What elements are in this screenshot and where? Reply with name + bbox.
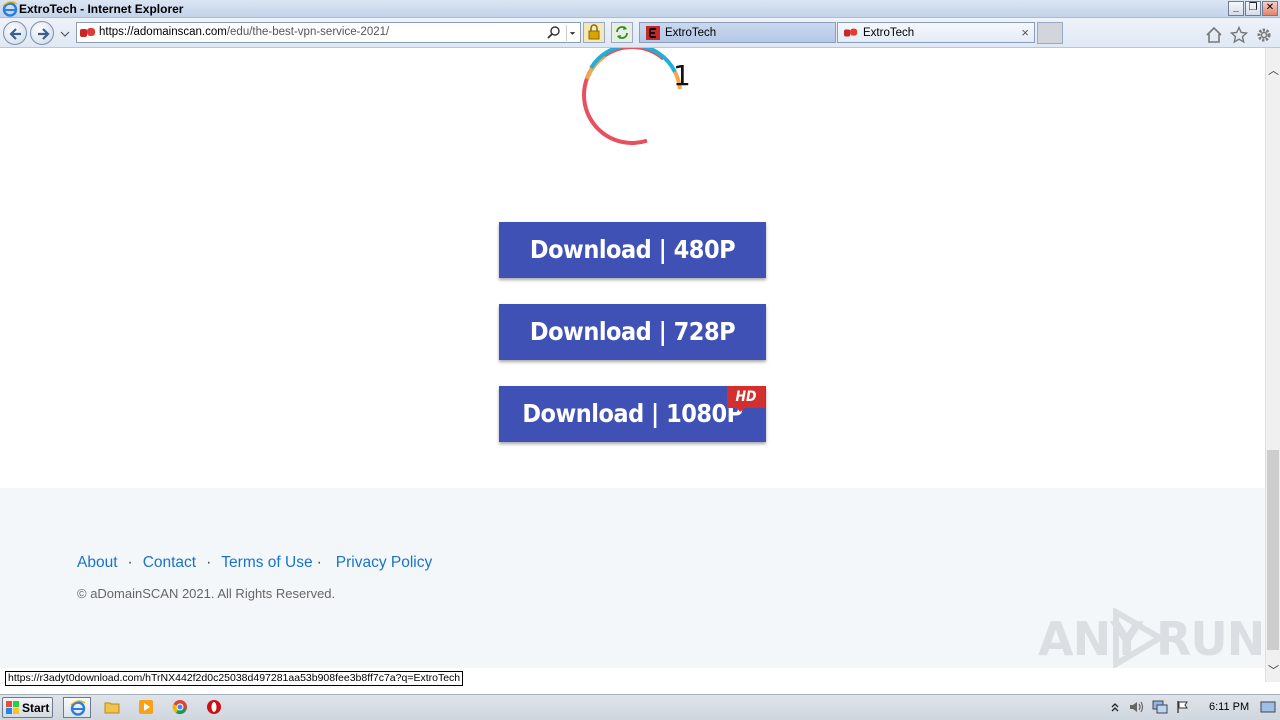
- watermark-text-right: RUN: [1156, 612, 1265, 666]
- internet-explorer-icon: [70, 700, 86, 716]
- opera-icon: [207, 700, 221, 714]
- scroll-up-arrow-icon[interactable]: ︿: [1268, 62, 1279, 78]
- folder-icon: [104, 702, 120, 714]
- download-480p-label: Download | 480P: [529, 235, 736, 264]
- start-label: Start: [22, 701, 50, 715]
- taskbar-chrome[interactable]: [166, 697, 194, 718]
- web-page: 1 Download | 480P Download | 728P Downlo…: [0, 48, 1265, 668]
- status-bar: https://r3adyt0download.com/hTrNX442f2d0…: [0, 668, 1265, 690]
- address-bar[interactable]: https://adomainscan.com/edu/the-best-vpn…: [76, 22, 581, 43]
- refresh-button[interactable]: [611, 22, 633, 43]
- tab-extrotech-1[interactable]: ExtroTech: [639, 22, 836, 43]
- favorites-star-icon[interactable]: [1230, 26, 1248, 44]
- settings-gear-icon[interactable]: [1255, 26, 1273, 44]
- footer-link-terms[interactable]: Terms of Use: [221, 554, 312, 571]
- media-player-icon: [139, 700, 153, 714]
- search-icon[interactable]: [546, 25, 562, 41]
- hd-badge: HD: [727, 386, 765, 412]
- download-1080p-button[interactable]: Download | 1080P HD: [499, 386, 766, 442]
- tab-label: ExtroTech: [863, 27, 915, 39]
- tab-extrotech-2[interactable]: ExtroTech ×: [837, 22, 1035, 43]
- windows-logo-icon: [6, 701, 19, 714]
- download-480p-button[interactable]: Download | 480P: [499, 222, 766, 278]
- home-icon[interactable]: [1205, 26, 1223, 44]
- close-window-button[interactable]: ✕: [1262, 1, 1278, 16]
- adomainscan-favicon-icon: [844, 28, 858, 37]
- show-desktop-icon[interactable]: [1260, 701, 1276, 713]
- page-footer: About · Contact · Terms of Use · Privacy Polic…: [0, 488, 1265, 668]
- forward-arrow-icon: [38, 28, 50, 40]
- copyright-text: © aDomainSCAN 2021. All Rights Reserved.: [77, 586, 336, 601]
- countdown-number: 1: [673, 59, 691, 92]
- security-lock-button[interactable]: [583, 22, 605, 43]
- window-title-bar: ExtroTech - Internet Explorer _ ❐ ✕: [0, 0, 1280, 18]
- download-728p-label: Download | 728P: [529, 317, 736, 346]
- taskbar-internet-explorer[interactable]: [63, 697, 91, 718]
- new-tab-button[interactable]: [1037, 22, 1063, 44]
- show-hidden-icons-icon[interactable]: [1110, 701, 1120, 713]
- tab-label: ExtroTech: [665, 27, 717, 39]
- adomainscan-favicon-icon: [80, 28, 95, 37]
- internet-explorer-icon: [2, 1, 18, 17]
- system-tray: [1106, 695, 1280, 720]
- close-tab-icon[interactable]: ×: [1021, 25, 1029, 40]
- address-url[interactable]: https://adomainscan.com/edu/the-best-vpn…: [99, 26, 389, 38]
- footer-separator: ·: [316, 554, 322, 571]
- browser-toolbar: https://adomainscan.com/edu/the-best-vpn…: [0, 18, 1280, 48]
- refresh-icon: [616, 26, 628, 39]
- countdown-spinner: [582, 48, 682, 145]
- history-dropdown-icon[interactable]: [60, 30, 70, 38]
- footer-separator: ·: [206, 554, 212, 571]
- minimize-button[interactable]: _: [1228, 1, 1244, 16]
- vertical-scrollbar[interactable]: ︿ ﹀: [1265, 48, 1280, 682]
- extrotech-favicon-icon: [646, 26, 660, 40]
- footer-link-contact[interactable]: Contact: [143, 554, 196, 571]
- windows-taskbar: Start 6:11 PM: [0, 694, 1280, 720]
- start-button[interactable]: Start: [2, 697, 53, 718]
- chrome-icon: [172, 700, 187, 715]
- download-728p-button[interactable]: Download | 728P: [499, 304, 766, 360]
- window-title: ExtroTech - Internet Explorer: [19, 2, 184, 16]
- footer-link-about[interactable]: About: [77, 554, 118, 571]
- scrollbar-thumb[interactable]: [1267, 450, 1279, 650]
- back-button[interactable]: [3, 21, 27, 45]
- footer-separator: ·: [127, 554, 133, 571]
- address-dropdown-icon[interactable]: [566, 25, 578, 41]
- hd-badge-label: HD: [735, 389, 757, 405]
- taskbar-opera[interactable]: [200, 697, 228, 718]
- forward-button[interactable]: [30, 21, 54, 45]
- restore-button[interactable]: ❐: [1245, 1, 1261, 16]
- lock-icon: [588, 24, 600, 40]
- action-center-flag-icon[interactable]: [1176, 700, 1190, 714]
- scroll-down-arrow-icon[interactable]: ﹀: [1268, 662, 1279, 678]
- anyrun-watermark: ANY RUN: [1038, 608, 1265, 668]
- volume-icon[interactable]: [1128, 700, 1144, 714]
- status-link-url: https://r3adyt0download.com/hTrNX442f2d0…: [5, 671, 464, 686]
- taskbar-file-explorer[interactable]: [98, 697, 126, 718]
- taskbar-clock: 6:11 PM: [1209, 701, 1250, 713]
- back-arrow-icon: [9, 28, 21, 40]
- footer-links: About · Contact · Terms of Use · Privacy Polic…: [77, 554, 432, 572]
- network-icon[interactable]: [1152, 700, 1168, 714]
- taskbar-media-player[interactable]: [132, 697, 160, 718]
- download-1080p-label: Download | 1080P: [522, 399, 743, 428]
- footer-link-privacy[interactable]: Privacy Policy: [336, 554, 432, 571]
